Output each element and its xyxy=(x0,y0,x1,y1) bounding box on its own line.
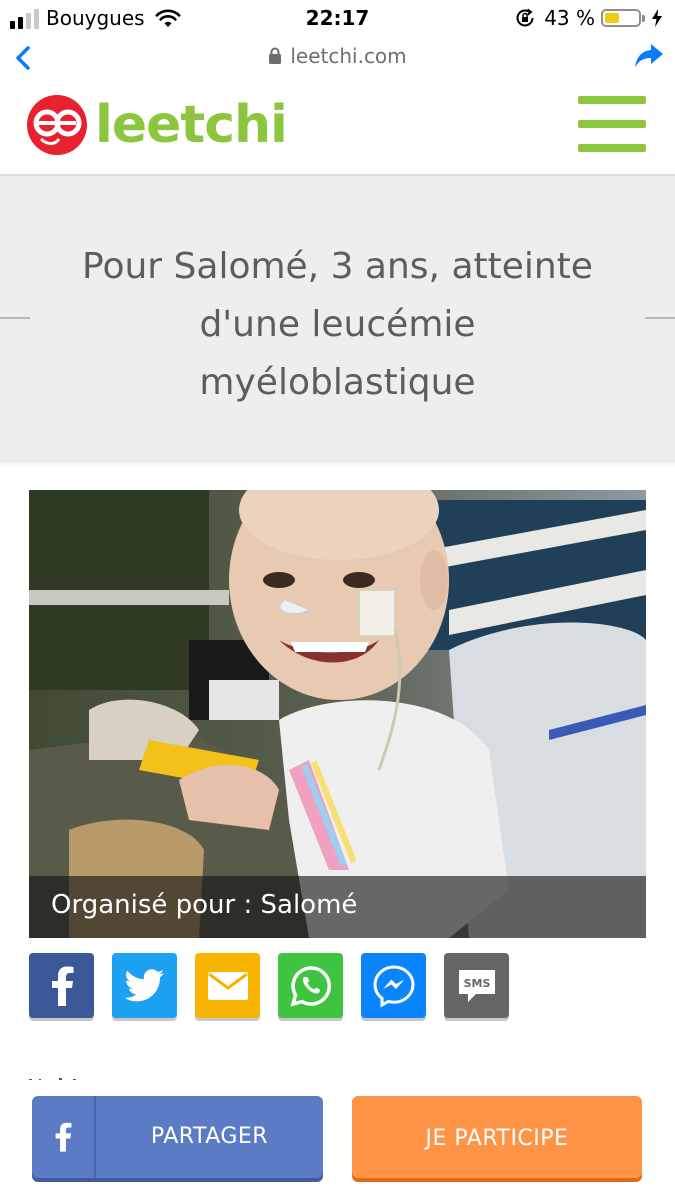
truncated-content-fragment xyxy=(29,1068,89,1082)
status-bar: Bouygues 22:17 43 % xyxy=(0,0,675,40)
photo-caption: Organisé pour : Salomé xyxy=(51,890,358,920)
bottom-action-bar: PARTAGER JE PARTICIPE xyxy=(0,1080,675,1200)
share-buttons-row: SMS xyxy=(29,953,509,1018)
logo-wordmark: leetchi xyxy=(95,95,288,155)
share-sms-button[interactable]: SMS xyxy=(444,953,509,1018)
title-line-1: Pour Salomé, 3 ans, atteinte xyxy=(82,246,593,287)
share-email-button[interactable] xyxy=(195,953,260,1018)
status-right: 43 % xyxy=(514,6,663,30)
photo-illustration xyxy=(29,490,646,938)
share-facebook-cta-button[interactable]: PARTAGER xyxy=(32,1096,323,1178)
page-title: Pour Salomé, 3 ans, atteinte d'une leucé… xyxy=(60,238,615,412)
battery-icon xyxy=(601,9,641,27)
campaign-photo: Organisé pour : Salomé xyxy=(29,490,646,938)
whatsapp-icon xyxy=(290,965,331,1006)
title-line-3: myéloblastique xyxy=(199,362,476,403)
twitter-icon xyxy=(124,968,164,1001)
share-messenger-button[interactable] xyxy=(361,953,426,1018)
leetchi-logo[interactable]: leetchi xyxy=(25,93,288,157)
facebook-icon xyxy=(55,1122,72,1152)
url-field[interactable]: leetchi.com xyxy=(0,44,675,68)
browser-url-bar: leetchi.com xyxy=(0,38,675,76)
lock-icon xyxy=(269,47,282,64)
title-line-2: d'une leucémie xyxy=(199,304,476,345)
leetchi-logo-icon xyxy=(27,95,87,155)
share-arrow-icon[interactable] xyxy=(633,40,665,72)
participate-label: JE PARTICIPE xyxy=(425,1126,569,1151)
photo-caption-bar: Organisé pour : Salomé xyxy=(29,876,646,938)
title-rule-right xyxy=(645,317,675,319)
share-twitter-button[interactable] xyxy=(112,953,177,1018)
share-cta-label: PARTAGER xyxy=(150,1124,269,1149)
menu-hamburger-button[interactable] xyxy=(578,96,646,154)
share-whatsapp-button[interactable] xyxy=(278,953,343,1018)
participate-button[interactable]: JE PARTICIPE xyxy=(352,1096,642,1178)
rotation-lock-icon xyxy=(516,8,534,27)
battery-percent: 43 % xyxy=(544,6,595,30)
title-band: Pour Salomé, 3 ans, atteinte d'une leucé… xyxy=(0,174,675,460)
sms-icon-label: SMS xyxy=(463,977,490,990)
battery-fill xyxy=(605,13,619,23)
band-shadow xyxy=(0,460,675,466)
envelope-icon xyxy=(207,971,248,1000)
facebook-icon xyxy=(51,966,73,1006)
charging-bolt-icon xyxy=(652,9,662,27)
messenger-icon xyxy=(372,964,415,1008)
site-header: leetchi xyxy=(0,76,675,174)
url-text: leetchi.com xyxy=(290,44,407,68)
sms-icon: SMS xyxy=(458,969,495,1002)
facebook-cta-icon-box xyxy=(32,1096,96,1178)
title-rule-left xyxy=(0,317,30,319)
battery-cap xyxy=(642,14,645,22)
share-facebook-button[interactable] xyxy=(29,953,94,1018)
